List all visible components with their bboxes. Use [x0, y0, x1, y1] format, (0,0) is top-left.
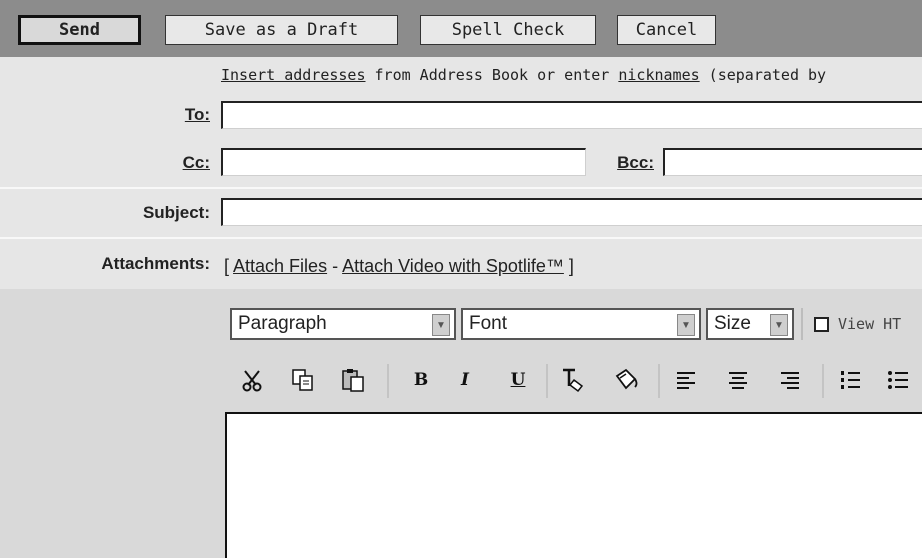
font-select-value: Font [469, 313, 508, 334]
message-body-editor[interactable] [225, 412, 922, 558]
cc-label[interactable]: Cc: [160, 153, 210, 173]
ordered-list-icon[interactable] [834, 362, 866, 398]
icon-separator [387, 364, 389, 398]
hint-text-1: from Address Book or enter [365, 66, 619, 84]
cut-icon[interactable] [236, 362, 268, 398]
align-center-icon[interactable] [722, 362, 754, 398]
text-color-icon[interactable] [558, 362, 590, 398]
paragraph-select-value: Paragraph [238, 313, 327, 334]
chevron-down-icon[interactable]: ▼ [770, 314, 788, 336]
divider-2 [0, 237, 922, 239]
divider-1 [0, 187, 922, 189]
address-hint: Insert addresses from Address Book or en… [221, 66, 826, 84]
bcc-field[interactable] [663, 148, 922, 176]
bold-icon[interactable]: B [405, 362, 437, 398]
view-html-checkbox[interactable] [814, 317, 829, 332]
paragraph-select[interactable]: Paragraph ▼ [230, 308, 456, 340]
close-bracket: ] [568, 256, 574, 276]
size-select[interactable]: Size ▼ [706, 308, 794, 340]
italic-icon[interactable]: I [449, 362, 481, 398]
spell-check-button[interactable]: Spell Check [420, 15, 596, 45]
paste-icon[interactable] [337, 362, 369, 398]
attach-dash: - [327, 256, 343, 276]
attach-video-link[interactable]: Attach Video with Spotlife™ [342, 256, 564, 276]
subject-label: Subject: [142, 203, 210, 222]
align-left-icon[interactable] [670, 362, 702, 398]
to-label[interactable]: To: [160, 105, 210, 125]
unordered-list-icon[interactable] [882, 362, 914, 398]
bcc-label[interactable]: Bcc: [598, 153, 654, 173]
hint-text-2: (separated by [699, 66, 827, 84]
attachments-label: Attachments: [101, 254, 210, 273]
attach-files-link[interactable]: Attach Files [233, 256, 327, 276]
to-field[interactable] [221, 101, 922, 129]
size-select-value: Size [714, 313, 751, 334]
open-bracket: [ [224, 256, 230, 276]
nicknames-link[interactable]: nicknames [618, 66, 699, 84]
underline-icon[interactable]: U [502, 362, 534, 398]
icon-separator [822, 364, 824, 398]
icon-separator [658, 364, 660, 398]
highlight-color-icon[interactable] [610, 362, 642, 398]
cancel-button[interactable]: Cancel [617, 15, 716, 45]
icon-separator [546, 364, 548, 398]
copy-icon[interactable] [287, 362, 319, 398]
chevron-down-icon[interactable]: ▼ [432, 314, 450, 336]
view-html-label: View HT [838, 315, 902, 333]
send-button[interactable]: Send [18, 15, 141, 45]
toolbar-separator [801, 308, 803, 340]
save-draft-button[interactable]: Save as a Draft [165, 15, 398, 45]
subject-field[interactable] [221, 198, 922, 226]
align-right-icon[interactable] [774, 362, 806, 398]
font-select[interactable]: Font ▼ [461, 308, 701, 340]
chevron-down-icon[interactable]: ▼ [677, 314, 695, 336]
attachments-links: [ Attach Files - Attach Video with Spotl… [224, 256, 574, 277]
cc-field[interactable] [221, 148, 586, 176]
insert-addresses-link[interactable]: Insert addresses [221, 66, 366, 84]
